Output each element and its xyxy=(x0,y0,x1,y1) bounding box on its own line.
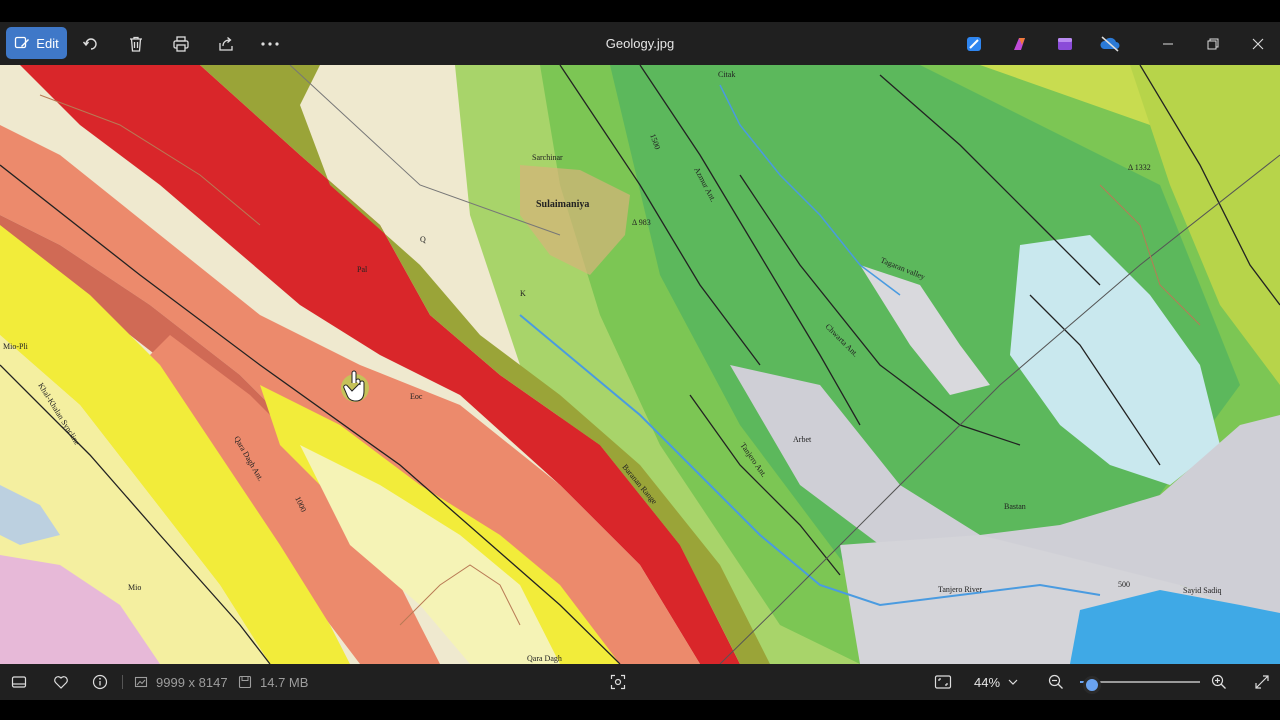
trash-icon xyxy=(130,36,142,52)
status-divider xyxy=(122,675,123,689)
zoom-out-icon xyxy=(1048,674,1063,689)
clipchamp-icon xyxy=(1058,38,1072,50)
image-dimensions-text: 9999 x 8147 xyxy=(156,674,228,690)
copilot-button[interactable] xyxy=(1008,32,1032,56)
fit-to-window-button[interactable] xyxy=(932,671,954,693)
file-size-text: 14.7 MB xyxy=(260,674,309,690)
onedrive-icon xyxy=(1100,36,1120,52)
map-label-tanjero-river: Tanjero River xyxy=(938,585,982,594)
minimize-button[interactable] xyxy=(1156,32,1180,56)
zoom-level-dropdown[interactable]: 44% xyxy=(966,669,1038,695)
rotate-icon xyxy=(82,38,97,50)
delete-button[interactable] xyxy=(124,32,148,56)
copilot-icon xyxy=(1014,38,1025,50)
zoom-slider-thumb[interactable] xyxy=(1083,676,1101,694)
designer-button[interactable] xyxy=(962,32,986,56)
file-size: 14.7 MB xyxy=(238,664,308,700)
geology-map-image: Sulaimaniya Sarchinar Citak Arbet Bastan… xyxy=(0,65,1280,664)
map-label-contour-500: 500 xyxy=(1118,580,1130,589)
edit-button-label: Edit xyxy=(36,35,59,51)
map-label-sarchinar: Sarchinar xyxy=(532,153,563,162)
restore-button[interactable] xyxy=(1201,32,1225,56)
print-button[interactable] xyxy=(169,32,193,56)
map-label-citak: Citak xyxy=(718,70,735,79)
map-label-peak-983: Δ 983 xyxy=(632,218,651,227)
info-icon xyxy=(92,674,108,690)
map-label-arbet: Arbet xyxy=(793,435,812,444)
map-label-bastan: Bastan xyxy=(1004,502,1026,511)
map-label-unit-q: Q xyxy=(420,235,426,244)
onedrive-button[interactable] xyxy=(1098,32,1122,56)
heart-icon xyxy=(54,676,68,689)
more-options-button[interactable] xyxy=(257,32,283,56)
filmstrip-button[interactable] xyxy=(8,671,30,693)
save-disk-icon xyxy=(238,675,252,689)
close-button[interactable] xyxy=(1246,32,1270,56)
printer-icon xyxy=(173,36,189,52)
close-icon xyxy=(1252,38,1264,50)
map-label-sayid-sadiq: Sayid Sadiq xyxy=(1183,586,1221,595)
minimize-icon xyxy=(1163,43,1173,45)
map-label-unit-eoc: Eoc xyxy=(410,392,423,401)
map-label-sulaimaniya: Sulaimaniya xyxy=(536,199,589,210)
clipchamp-button[interactable] xyxy=(1053,32,1077,56)
visual-search-button[interactable] xyxy=(607,671,629,693)
screen-bottom-band xyxy=(0,700,1280,720)
map-label-unit-pal: Pal xyxy=(357,265,368,274)
image-dimensions: 9999 x 8147 xyxy=(134,664,228,700)
map-label-peak-1332: Δ 1332 xyxy=(1128,163,1151,172)
filmstrip-icon xyxy=(11,676,27,688)
zoom-slider[interactable] xyxy=(1080,674,1200,694)
more-dots-icon xyxy=(261,42,279,46)
zoom-out-button[interactable] xyxy=(1045,671,1067,693)
window-title: Geology.jpg xyxy=(605,36,675,51)
chevron-down-icon xyxy=(1008,679,1018,685)
zoom-level-text: 44% xyxy=(974,674,1001,690)
map-label-qara-dagh: Qara Dagh xyxy=(527,654,562,663)
dimensions-icon xyxy=(134,676,148,688)
edit-button[interactable]: Edit xyxy=(6,27,67,59)
share-icon xyxy=(219,37,233,51)
full-screen-button[interactable] xyxy=(1251,671,1273,693)
map-label-mio-pli: Mio-Pli xyxy=(3,342,29,351)
app-toolbar: Edit Geology.jpg xyxy=(0,22,1280,65)
designer-app-icon xyxy=(967,37,981,51)
map-label-unit-k: K xyxy=(520,289,526,298)
zoom-in-button[interactable] xyxy=(1208,671,1230,693)
file-info-button[interactable] xyxy=(89,671,111,693)
fit-window-icon xyxy=(934,675,952,689)
edit-image-icon xyxy=(15,36,30,49)
screen-top-band xyxy=(0,0,1280,22)
image-canvas[interactable]: Sulaimaniya Sarchinar Citak Arbet Bastan… xyxy=(0,65,1280,664)
visual-search-icon xyxy=(610,674,626,690)
zoom-in-icon xyxy=(1211,674,1226,689)
status-bar: 9999 x 8147 14.7 MB 44% xyxy=(0,664,1280,700)
share-button[interactable] xyxy=(214,32,238,56)
favorite-button[interactable] xyxy=(50,671,72,693)
expand-icon xyxy=(1255,675,1269,689)
map-label-unit-mio: Mio xyxy=(128,583,141,592)
restore-icon xyxy=(1207,38,1219,50)
rotate-button[interactable] xyxy=(79,32,103,56)
